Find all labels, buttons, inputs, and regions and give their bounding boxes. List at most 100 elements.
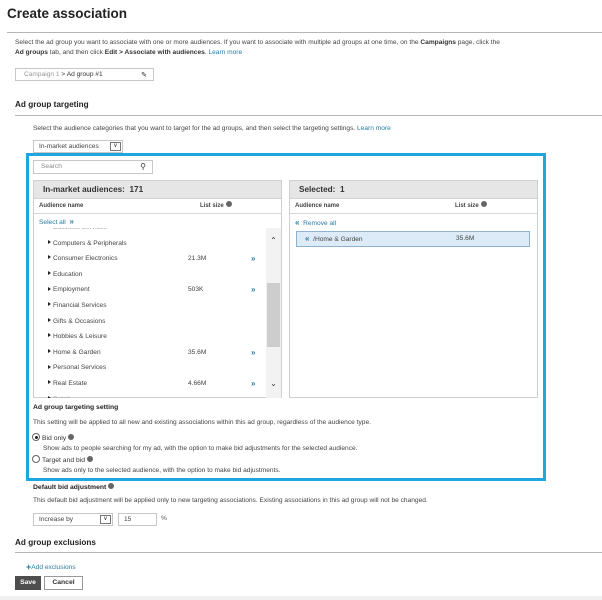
col-list-size: List size [455,199,487,214]
audience-list-item[interactable]: Education [34,267,281,283]
add-audience-icon[interactable]: » [251,376,255,392]
audience-list-item[interactable]: Consumer Electronics 21.3M » [34,251,281,267]
audience-list-size: 4.66M [188,379,207,387]
radio-button[interactable] [32,433,40,441]
option-description: Show ads only to the selected audience, … [43,467,281,474]
col-list-size-label: List size [200,203,224,209]
search-placeholder: Search [41,163,62,170]
expand-triangle-icon[interactable] [48,286,51,291]
bid-adjustment-heading: Default bid adjustment [33,483,115,491]
audience-list-item[interactable]: Real Estate 4.66M » [34,376,281,392]
intro-text: Select the ad group you want to associat… [15,38,595,58]
cancel-button[interactable]: Cancel [44,576,83,590]
audience-name: /Home & Garden [313,236,363,243]
remove-audience-icon[interactable]: « [305,234,309,243]
audience-list-size: 21.3M [188,255,207,263]
audience-name: Real Estate [53,379,88,387]
bid-adjustment-heading-text: Default bid adjustment [33,484,107,491]
available-audiences-panel: In-market audiences: 171 Audience name L… [33,180,282,398]
help-icon[interactable] [68,434,75,440]
targeting-setting-heading: Ad group targeting setting [33,404,119,411]
scrollbar-thumb[interactable] [267,283,280,348]
remove-all-row[interactable]: « Remove all [290,215,537,230]
audience-list-item[interactable]: Home & Garden 35.6M » [34,345,281,361]
help-icon[interactable] [108,483,115,490]
add-audience-icon[interactable]: » [251,345,255,361]
expand-triangle-icon[interactable] [48,364,51,369]
bid-adjustment-value-input[interactable]: 15 [118,513,157,526]
list-item-partial: Retail [34,392,281,399]
selected-audience-item[interactable]: « /Home & Garden 35.6M [296,231,530,247]
add-audience-icon[interactable]: » [251,282,255,298]
select-all-link[interactable]: Select all [39,219,66,226]
list-scrollbar[interactable]: ⌃ ⌄ [266,215,281,398]
audience-list-item[interactable]: Employment 503K » [34,282,281,298]
audience-search-input[interactable]: Search ⚲ [33,160,153,174]
radio-button[interactable] [32,455,40,463]
ad-group-targeting-heading: Ad group targeting [15,100,89,109]
chevron-down-icon: ∨ [110,142,121,151]
available-list: Select all » Business Services Computers… [34,215,281,398]
ad-groups-bold: Ad groups [15,49,48,56]
select-all-row[interactable]: Select all » [34,215,281,228]
intro-text-part: page, click the [455,39,500,46]
help-icon[interactable] [87,456,94,462]
expand-triangle-icon[interactable] [48,317,51,322]
ad-group-picker[interactable]: Campaign 1 > Ad group #1 ✎ [15,68,154,81]
targeting-option-radio[interactable]: Bid only [32,433,75,442]
targeting-option-radio[interactable]: Target and bid [32,455,94,464]
double-chevron-right-icon[interactable]: » [69,217,73,226]
expand-triangle-icon[interactable] [48,333,51,338]
audience-list-size: 35.6M [456,235,475,242]
plus-icon[interactable]: + [26,562,31,572]
selected-column-header: Audience name List size [290,199,537,214]
selected-audiences-panel: Selected: 1 Audience name List size « Re… [289,180,538,398]
list-item-name: Retail [53,396,70,399]
targeting-description-text: Select the audience categories that you … [33,125,358,132]
intro-text-part: Select the ad group you want to associat… [15,39,421,46]
expand-triangle-icon[interactable] [48,270,51,275]
add-exclusions-label[interactable]: Add exclusions [31,564,75,571]
help-icon[interactable] [225,201,232,208]
search-icon[interactable]: ⚲ [140,161,146,173]
col-list-size: List size [200,199,232,214]
campaigns-bold: Campaigns [420,39,456,46]
col-audience-name: Audience name [39,203,84,209]
available-count: 171 [129,185,144,194]
save-button[interactable]: Save [15,576,41,590]
selected-count: 1 [339,185,345,194]
audience-name: Home & Garden [53,348,101,356]
bid-adjustment-mode-select[interactable]: Increase by ∨ [33,513,113,526]
expand-triangle-icon[interactable] [48,239,51,244]
chevron-down-icon[interactable]: ⌄ [266,378,281,390]
option-label: Bid only [42,434,67,442]
selected-panel-header: Selected: 1 [290,181,537,199]
audience-name: Computers & Peripherals [53,239,127,247]
audience-category-select[interactable]: In-market audiences ∨ [33,140,123,153]
audience-name: Employment [53,286,90,294]
targeting-learn-more-link[interactable]: Learn more [357,125,391,132]
add-exclusions-link[interactable]: +Add exclusions [26,561,76,572]
audience-list-item[interactable]: Gifts & Occasions [34,314,281,330]
expand-triangle-icon[interactable] [48,302,51,307]
expand-triangle-icon[interactable] [48,380,51,385]
audience-list-item[interactable]: Financial Services [34,298,281,314]
audience-name: Education [53,270,83,278]
audience-list-item[interactable]: Computers & Peripherals [34,236,281,252]
expand-triangle-icon[interactable] [48,348,51,353]
audience-list-item[interactable]: Personal Services [34,360,281,376]
pencil-icon[interactable]: ✎ [141,70,147,81]
help-icon[interactable] [480,201,487,208]
bid-mode-value: Increase by [39,516,74,523]
ad-group-exclusions-heading: Ad group exclusions [15,538,96,547]
edit-path-bold: Edit > Associate with audiences [104,49,205,56]
chevron-down-icon[interactable]: ∨ [100,515,111,524]
add-audience-icon[interactable]: » [251,251,255,267]
learn-more-link[interactable]: Learn more [208,49,242,56]
chevron-up-icon[interactable]: ⌃ [266,235,281,247]
double-chevron-left-icon[interactable]: « [295,218,299,227]
remove-all-link[interactable]: Remove all [303,220,336,227]
option-label: Target and bid [42,456,86,464]
audience-list-item[interactable]: Hobbies & Leisure [34,329,281,345]
expand-triangle-icon[interactable] [48,255,51,260]
